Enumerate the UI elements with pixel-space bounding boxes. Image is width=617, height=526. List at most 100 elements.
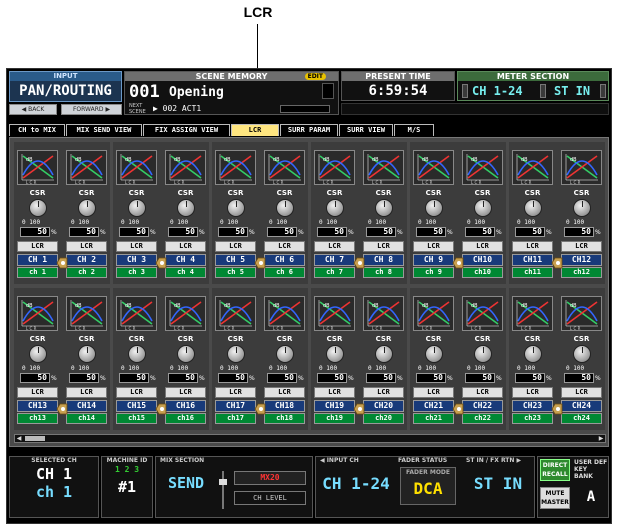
scroll-right-icon[interactable]: ▶ [597,435,605,442]
csr-value[interactable]: 50 [416,227,446,237]
lcr-button[interactable]: LCR [314,241,355,252]
tab-surr-param[interactable]: SURR PARAM [280,124,338,136]
stereo-link-icon[interactable] [253,400,267,415]
lcr-button[interactable]: LCR [215,241,256,252]
stereo-link-icon[interactable] [253,254,267,269]
channel-id[interactable]: CH18 [264,400,305,412]
stereo-link-icon[interactable] [154,254,168,269]
channel-id[interactable]: CH 1 [17,254,58,266]
lcr-button[interactable]: LCR [413,387,454,398]
csr-value[interactable]: 50 [20,227,50,237]
csr-knob[interactable] [78,345,96,363]
csr-knob[interactable] [425,345,443,363]
csr-knob[interactable] [474,199,492,217]
channel-id[interactable]: CH 4 [165,254,206,266]
stereo-link-icon[interactable] [451,254,465,269]
csr-value[interactable]: 50 [515,227,545,237]
csr-knob[interactable] [29,199,47,217]
channel-id[interactable]: CH19 [314,400,355,412]
lcr-button[interactable]: LCR [462,241,503,252]
csr-value[interactable]: 50 [564,373,594,383]
stereo-link-icon[interactable] [55,254,69,269]
lcr-button[interactable]: LCR [215,387,256,398]
csr-value[interactable]: 50 [69,373,99,383]
stereo-link-icon[interactable] [352,400,366,415]
lcr-button[interactable]: LCR [462,387,503,398]
tab-surr-view[interactable]: SURR VIEW [339,124,393,136]
lcr-button[interactable]: LCR [264,387,305,398]
meter-section-panel[interactable]: METER SECTION CH 1-24 ST IN [457,71,609,101]
lcr-button[interactable]: LCR [165,241,206,252]
lcr-button[interactable]: LCR [17,387,58,398]
channel-id[interactable]: CH20 [363,400,404,412]
lcr-button[interactable]: LCR [413,241,454,252]
lcr-button[interactable]: LCR [363,387,404,398]
channel-id[interactable]: CH 6 [264,254,305,266]
fader-mode-box[interactable]: FADER MODE DCA [400,467,456,505]
tab-ch-to-mix[interactable]: CH to MIX [9,124,65,136]
csr-knob[interactable] [326,345,344,363]
lcr-button[interactable]: LCR [363,241,404,252]
key-bank[interactable]: A [574,485,608,509]
channel-id[interactable]: CH15 [116,400,157,412]
forward-button[interactable]: FORWARD ▶ [61,104,122,115]
csr-value[interactable]: 50 [218,373,248,383]
horizontal-scrollbar[interactable]: ◀ ▶ [14,434,606,443]
csr-value[interactable]: 50 [168,227,198,237]
channel-id[interactable]: CH 2 [66,254,107,266]
channel-id[interactable]: CH 9 [413,254,454,266]
channel-id[interactable]: CH17 [215,400,256,412]
csr-value[interactable]: 50 [218,227,248,237]
scroll-thumb[interactable] [25,436,45,441]
mute-master-button[interactable]: MUTE MASTER [540,487,570,509]
csr-value[interactable]: 50 [465,227,495,237]
csr-value[interactable]: 50 [119,373,149,383]
scene-memory-panel[interactable]: SCENE MEMORY EDIT 001 Opening NEXT SCENE… [124,71,339,115]
csr-knob[interactable] [375,345,393,363]
csr-knob[interactable] [177,345,195,363]
channel-id[interactable]: CH 8 [363,254,404,266]
csr-value[interactable]: 50 [515,373,545,383]
lcr-button[interactable]: LCR [512,241,553,252]
stereo-link-icon[interactable] [154,400,168,415]
lcr-button[interactable]: LCR [165,387,206,398]
csr-knob[interactable] [128,345,146,363]
meter-st-in[interactable]: ST IN [554,83,590,99]
csr-knob[interactable] [474,345,492,363]
csr-knob[interactable] [425,199,443,217]
channel-id[interactable]: CH24 [561,400,602,412]
csr-knob[interactable] [524,199,542,217]
csr-value[interactable]: 50 [564,227,594,237]
csr-knob[interactable] [78,199,96,217]
input-ch-range[interactable]: CH 1-24 [320,471,392,497]
channel-id[interactable]: CH13 [17,400,58,412]
csr-value[interactable]: 50 [465,373,495,383]
st-in-status[interactable]: ST IN [464,471,532,497]
lcr-button[interactable]: LCR [17,241,58,252]
csr-value[interactable]: 50 [267,373,297,383]
channel-id[interactable]: CH22 [462,400,503,412]
lcr-button[interactable]: LCR [561,387,602,398]
csr-knob[interactable] [573,345,591,363]
stereo-link-icon[interactable] [55,400,69,415]
csr-knob[interactable] [177,199,195,217]
channel-id[interactable]: CH12 [561,254,602,266]
csr-value[interactable]: 50 [317,227,347,237]
csr-knob[interactable] [326,199,344,217]
channel-id[interactable]: CH14 [66,400,107,412]
channel-id[interactable]: CH 3 [116,254,157,266]
csr-value[interactable]: 50 [69,227,99,237]
tab-mix-send-view[interactable]: MIX SEND VIEW [66,124,142,136]
csr-knob[interactable] [29,345,47,363]
function-access-box[interactable]: INPUT PAN/ROUTING [9,71,122,102]
scroll-left-icon[interactable]: ◀ [15,435,23,442]
tab-ms[interactable]: M/S [394,124,434,136]
lcr-button[interactable]: LCR [66,241,107,252]
channel-id[interactable]: CH23 [512,400,553,412]
csr-value[interactable]: 50 [366,373,396,383]
csr-value[interactable]: 50 [20,373,50,383]
csr-value[interactable]: 50 [416,373,446,383]
lcr-button[interactable]: LCR [116,241,157,252]
csr-value[interactable]: 50 [267,227,297,237]
csr-knob[interactable] [276,199,294,217]
